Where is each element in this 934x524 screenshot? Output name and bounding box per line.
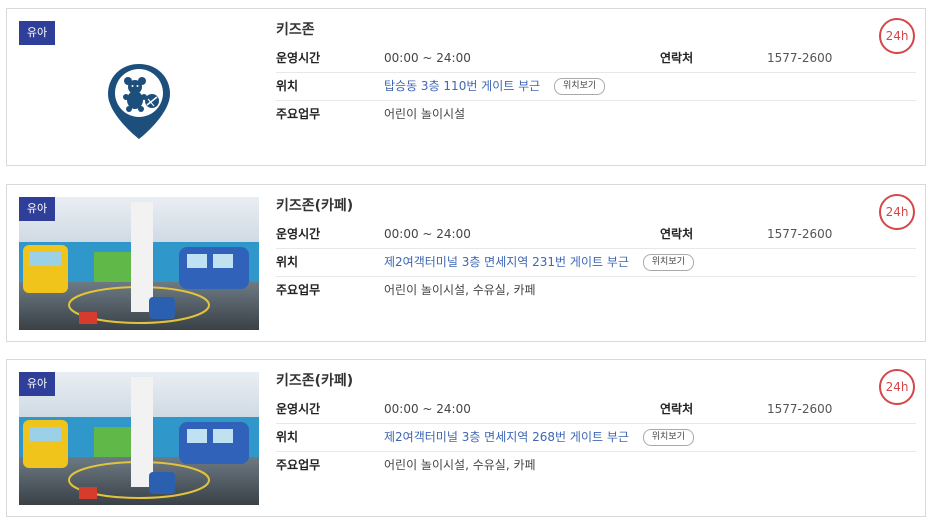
category-badge: 유아: [19, 21, 55, 45]
view-location-button[interactable]: 위치보기: [554, 78, 606, 95]
location-link[interactable]: 탑승동 3층 110번 게이트 부근: [384, 79, 540, 93]
facility-card: 유아 키즈존(카페) 24h 운영시간 00:00 ~ 24:00 연락처 15…: [6, 184, 926, 342]
kids-location-pin-icon: [108, 64, 170, 139]
facility-title: 키즈존: [276, 22, 315, 38]
facility-card: 유아 키즈존 24h 운영시간 00:00 ~ 24:00 연락처 1577-2…: [6, 8, 926, 166]
info-row-hours: 운영시간 00:00 ~ 24:00 연락처 1577-2600: [276, 220, 916, 249]
location-value-container: 제2여객터미널 3층 면세지역 268번 게이트 부근 위치보기: [384, 423, 694, 451]
category-badge: 유아: [19, 197, 55, 221]
hours-value: 00:00 ~ 24:00: [384, 51, 471, 65]
hours-label: 운영시간: [276, 402, 321, 416]
contact-label: 연락처: [660, 402, 694, 416]
location-label: 위치: [276, 430, 299, 444]
facility-card: 유아 키즈존(카페) 24h 운영시간 00:00 ~ 24:00 연락처 15…: [6, 359, 926, 517]
facility-image: [19, 197, 259, 330]
hours-label: 운영시간: [276, 51, 321, 65]
category-badge: 유아: [19, 372, 55, 396]
duty-value: 어린이 놀이시설: [384, 107, 466, 121]
kidzone-photo: [19, 197, 259, 330]
info-row-location: 위치 제2여객터미널 3층 면세지역 268번 게이트 부근 위치보기: [276, 423, 916, 452]
contact-value: 1577-2600: [767, 227, 833, 241]
contact-value: 1577-2600: [767, 402, 833, 416]
info-row-hours: 운영시간 00:00 ~ 24:00 연락처 1577-2600: [276, 395, 916, 424]
location-link[interactable]: 제2여객터미널 3층 면세지역 231번 게이트 부근: [384, 255, 629, 269]
facility-title: 키즈존(카페): [276, 198, 354, 214]
facility-title: 키즈존(카페): [276, 373, 354, 389]
duty-value: 어린이 놀이시설, 수유실, 카페: [384, 283, 536, 297]
location-value-container: 제2여객터미널 3층 면세지역 231번 게이트 부근 위치보기: [384, 248, 694, 276]
location-value-container: 탑승동 3층 110번 게이트 부근 위치보기: [384, 72, 606, 100]
facility-image: [19, 372, 259, 505]
kidzone-photo: [19, 372, 259, 505]
facility-image: [19, 21, 259, 154]
duty-label: 주요업무: [276, 458, 321, 472]
contact-label: 연락처: [660, 51, 694, 65]
view-location-button[interactable]: 위치보기: [642, 429, 694, 446]
location-label: 위치: [276, 255, 299, 269]
location-label: 위치: [276, 79, 299, 93]
info-row-duty: 주요업무 어린이 놀이시설, 수유실, 카페: [276, 276, 916, 304]
info-row-location: 위치 탑승동 3층 110번 게이트 부근 위치보기: [276, 72, 916, 101]
contact-label: 연락처: [660, 227, 694, 241]
view-location-button[interactable]: 위치보기: [642, 254, 694, 271]
info-row-location: 위치 제2여객터미널 3층 면세지역 231번 게이트 부근 위치보기: [276, 248, 916, 277]
duty-label: 주요업무: [276, 107, 321, 121]
duty-value: 어린이 놀이시설, 수유실, 카페: [384, 458, 536, 472]
duty-label: 주요업무: [276, 283, 321, 297]
contact-value: 1577-2600: [767, 51, 833, 65]
info-row-duty: 주요업무 어린이 놀이시설, 수유실, 카페: [276, 451, 916, 479]
hours-label: 운영시간: [276, 227, 321, 241]
info-row-duty: 주요업무 어린이 놀이시설: [276, 100, 916, 128]
hours-value: 00:00 ~ 24:00: [384, 227, 471, 241]
hours-value: 00:00 ~ 24:00: [384, 402, 471, 416]
location-link[interactable]: 제2여객터미널 3층 면세지역 268번 게이트 부근: [384, 430, 629, 444]
info-row-hours: 운영시간 00:00 ~ 24:00 연락처 1577-2600: [276, 44, 916, 73]
